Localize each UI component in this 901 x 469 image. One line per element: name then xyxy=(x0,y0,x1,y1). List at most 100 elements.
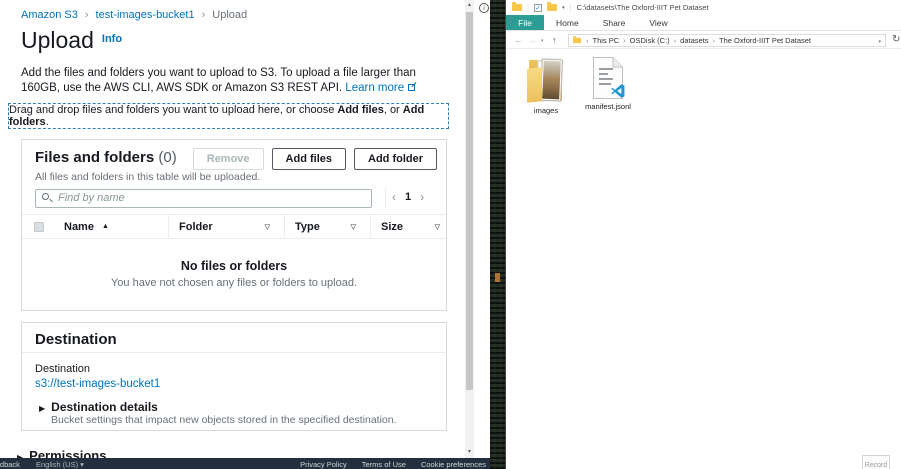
divider: | xyxy=(527,3,529,12)
table-header: Name▲ Folder▽ Type▽ Size▽ xyxy=(22,214,446,239)
destination-label: Destination xyxy=(35,363,90,375)
language-selector[interactable]: English (US) ▾ xyxy=(36,460,84,469)
properties-icon[interactable]: ✓ xyxy=(534,4,542,12)
refresh-icon[interactable]: ↻ xyxy=(892,34,900,45)
remove-button[interactable]: Remove xyxy=(193,148,264,170)
learn-more-link[interactable]: Learn more xyxy=(345,82,404,94)
up-icon[interactable]: ↑ xyxy=(552,35,557,45)
files-panel-title: Files and folders (0) xyxy=(35,149,177,166)
next-page-icon[interactable]: › xyxy=(420,190,424,204)
cat-photo-thumbnail xyxy=(542,61,561,100)
breadcrumb-bucket[interactable]: test-images-bucket1 xyxy=(96,9,195,21)
destination-header: Destination xyxy=(22,323,446,353)
desktop-wallpaper-strip xyxy=(490,0,505,469)
folder-icon xyxy=(573,38,581,44)
sort-asc-icon: ▲ xyxy=(102,223,109,230)
divider: | xyxy=(570,3,572,12)
intro-text: Add the files and folders you want to up… xyxy=(21,66,447,96)
back-icon[interactable]: ← xyxy=(514,35,523,45)
pagination: ‹ 1 › xyxy=(392,190,424,204)
files-and-folders-panel: Files and folders (0) Remove Add files A… xyxy=(21,139,447,311)
document-icon xyxy=(592,56,624,100)
column-header-size[interactable]: Size▽ xyxy=(370,215,446,238)
files-panel-actions: Remove Add files Add folder xyxy=(193,148,437,170)
recent-locations-caret-icon[interactable]: ▾ xyxy=(541,38,544,44)
add-files-button[interactable]: Add files xyxy=(272,148,346,170)
breadcrumb-separator-icon xyxy=(709,36,720,45)
screen: Amazon S3 test-images-bucket1 Upload Uploa… xyxy=(0,0,901,469)
new-folder-icon[interactable] xyxy=(547,4,557,11)
wallpaper-detail xyxy=(495,273,500,282)
destination-details-subtitle: Bucket settings that impact new objects … xyxy=(51,414,397,426)
files-count: (0) xyxy=(158,149,176,166)
address-segment-this-pc[interactable]: This PC xyxy=(593,36,620,45)
filter-icon[interactable]: ▽ xyxy=(265,223,270,231)
breadcrumb-separator-icon xyxy=(670,36,681,45)
prev-page-icon[interactable]: ‹ xyxy=(392,190,396,204)
filter-icon[interactable]: ▽ xyxy=(351,223,356,231)
info-link[interactable]: Info xyxy=(102,33,122,45)
browser-scrollbar[interactable]: ▴ ▾ xyxy=(465,0,474,458)
folder-with-photo-icon xyxy=(526,56,566,104)
address-segment-osdisk[interactable]: OSDisk (C:) xyxy=(630,36,670,45)
file-item-manifest-jsonl[interactable]: manifest.jsonl xyxy=(580,56,636,111)
address-dropdown-caret-icon[interactable]: ▾ xyxy=(878,39,881,45)
breadcrumb-separator-icon xyxy=(195,9,213,21)
empty-state-title: No files or folders xyxy=(22,259,446,273)
cookie-preferences-link[interactable]: Cookie preferences xyxy=(421,460,486,469)
page-number[interactable]: 1 xyxy=(405,191,411,203)
address-bar-row: ← → ▾ ↑ This PC OSDisk (C:) datasets The… xyxy=(506,32,901,49)
empty-state-subtitle: You have not chosen any files or folders… xyxy=(22,277,446,289)
filter-icon[interactable]: ▽ xyxy=(435,223,440,231)
destination-panel: Destination Destination s3://test-images… xyxy=(21,322,447,431)
select-all-checkbox[interactable] xyxy=(34,222,44,232)
files-panel-subtitle: All files and folders in this table will… xyxy=(35,171,260,183)
add-folder-button[interactable]: Add folder xyxy=(354,148,437,170)
privacy-policy-link[interactable]: Privacy Policy xyxy=(300,460,347,469)
select-all-cell xyxy=(22,215,56,238)
breadcrumb-separator-icon xyxy=(582,36,593,45)
search-input[interactable] xyxy=(35,189,372,208)
breadcrumb: Amazon S3 test-images-bucket1 Upload xyxy=(21,9,247,21)
divider xyxy=(385,187,386,208)
explorer-app-icon xyxy=(512,4,522,11)
drag-drop-zone[interactable]: Drag and drop files and folders you want… xyxy=(8,103,449,129)
scroll-up-icon[interactable]: ▴ xyxy=(465,1,474,8)
column-header-type[interactable]: Type▽ xyxy=(284,215,370,238)
tab-share[interactable]: Share xyxy=(591,15,638,30)
tab-home[interactable]: Home xyxy=(544,15,591,30)
file-item-images-folder[interactable]: images xyxy=(518,56,574,115)
destination-bucket-link[interactable]: s3://test-images-bucket1 xyxy=(35,378,160,390)
feedback-link[interactable]: Feedback xyxy=(0,460,20,469)
breadcrumb-separator-icon xyxy=(78,9,96,21)
file-item-label: manifest.jsonl xyxy=(580,102,636,111)
address-bar[interactable]: This PC OSDisk (C:) datasets The Oxford-… xyxy=(568,34,886,47)
aws-s3-upload-page: Amazon S3 test-images-bucket1 Upload Uploa… xyxy=(0,0,490,469)
column-header-folder[interactable]: Folder▽ xyxy=(168,215,284,238)
scrollbar-thumb[interactable] xyxy=(466,12,473,390)
file-item-label: images xyxy=(518,106,574,115)
terms-of-use-link[interactable]: Terms of Use xyxy=(362,460,406,469)
info-icon[interactable]: i xyxy=(479,3,489,13)
address-segment-datasets[interactable]: datasets xyxy=(680,36,708,45)
tab-view[interactable]: View xyxy=(637,15,679,30)
expand-caret-icon: ▶ xyxy=(39,404,45,413)
tab-file[interactable]: File xyxy=(506,15,544,30)
ribbon-tabs: File Home Share View xyxy=(506,15,901,31)
dropzone-text: Drag and drop files and folders you want… xyxy=(9,104,448,128)
column-header-name[interactable]: Name▲ xyxy=(56,215,168,238)
partial-record-button[interactable]: Record xyxy=(862,455,890,469)
address-segment-dataset-folder[interactable]: The Oxford-IIIT Pet Dataset xyxy=(719,36,811,45)
explorer-titlebar: | ✓ ▾ | C:\datasets\The Oxford-IIIT Pet … xyxy=(506,0,901,15)
breadcrumb-separator-icon xyxy=(619,36,630,45)
page-title: UploadInfo xyxy=(21,27,122,54)
external-link-icon xyxy=(408,84,415,91)
quick-access-caret-icon[interactable]: ▾ xyxy=(562,5,565,11)
vscode-badge-icon xyxy=(611,84,625,98)
breadcrumb-current: Upload xyxy=(212,9,247,21)
breadcrumb-amazon-s3[interactable]: Amazon S3 xyxy=(21,9,78,21)
aws-console-footer: Feedback English (US) ▾ Privacy Policy T… xyxy=(0,458,490,469)
scroll-down-icon[interactable]: ▾ xyxy=(465,448,474,455)
file-explorer-window: | ✓ ▾ | C:\datasets\The Oxford-IIIT Pet … xyxy=(505,0,901,469)
forward-icon[interactable]: → xyxy=(528,35,537,45)
